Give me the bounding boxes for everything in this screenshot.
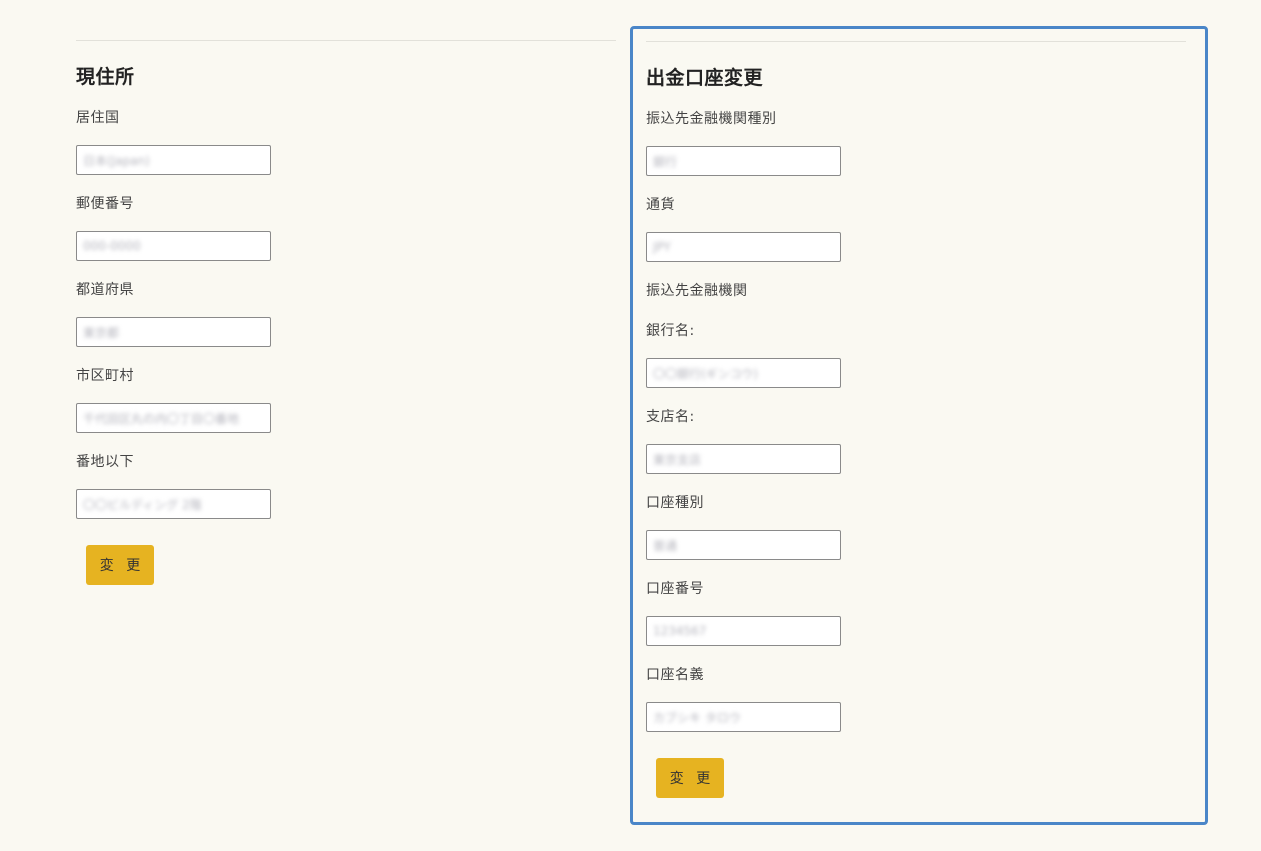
currency-field[interactable]: JPY [646, 232, 841, 262]
institution-type-label: 振込先金融機関種別 [646, 111, 777, 127]
street-field[interactable]: 〇〇ビルディング 2階 [76, 489, 271, 519]
postal-code-field[interactable]: 000-0000 [76, 231, 271, 261]
account-holder-value: カブシキ タロウ [653, 710, 741, 725]
prefecture-field[interactable]: 東京都 [76, 317, 271, 347]
withdrawal-divider [646, 41, 1186, 42]
withdrawal-change-button[interactable]: 変 更 [656, 758, 724, 798]
bank-name-label: 銀行名: [646, 323, 695, 339]
institution-type-value: 銀行 [653, 154, 678, 169]
prefecture-label: 都道府県 [76, 282, 134, 298]
withdrawal-title: 出金口座変更 [646, 67, 764, 89]
currency-value: JPY [653, 240, 671, 254]
bank-name-field[interactable]: 〇〇銀行(ギンコウ) [646, 358, 841, 388]
currency-label: 通貨 [646, 197, 675, 213]
city-value: 千代田区丸の内〇丁目〇番地 [83, 411, 240, 426]
prefecture-value: 東京都 [83, 325, 120, 340]
withdrawal-panel: 出金口座変更 振込先金融機関種別 銀行 通貨 JPY 振込先金融機関 銀行名: … [630, 26, 1208, 825]
postal-code-label: 郵便番号 [76, 196, 134, 212]
street-value: 〇〇ビルディング 2階 [83, 497, 202, 512]
country-label: 居住国 [76, 110, 120, 126]
address-change-button[interactable]: 変 更 [86, 545, 154, 585]
account-number-field[interactable]: 1234567 [646, 616, 841, 646]
account-type-value: 普通 [653, 538, 678, 553]
account-holder-field[interactable]: カブシキ タロウ [646, 702, 841, 732]
institution-type-field[interactable]: 銀行 [646, 146, 841, 176]
branch-name-field[interactable]: 東京支店 [646, 444, 841, 474]
account-number-value: 1234567 [653, 624, 707, 638]
institution-heading: 振込先金融機関 [646, 283, 748, 299]
branch-name-label: 支店名: [646, 409, 695, 425]
address-panel: 現住所 居住国 日本(Japan) 郵便番号 000-0000 都道府県 東京都… [62, 26, 630, 606]
account-holder-label: 口座名義 [646, 667, 704, 683]
country-field[interactable]: 日本(Japan) [76, 145, 271, 175]
account-type-field[interactable]: 普通 [646, 530, 841, 560]
account-number-label: 口座番号 [646, 581, 704, 597]
country-value: 日本(Japan) [83, 153, 150, 168]
branch-name-value: 東京支店 [653, 452, 702, 467]
street-label: 番地以下 [76, 454, 134, 470]
account-type-label: 口座種別 [646, 495, 704, 511]
city-label: 市区町村 [76, 368, 134, 384]
address-title: 現住所 [76, 66, 135, 88]
address-divider [76, 40, 616, 41]
city-field[interactable]: 千代田区丸の内〇丁目〇番地 [76, 403, 271, 433]
bank-name-value: 〇〇銀行(ギンコウ) [653, 366, 758, 381]
postal-code-value: 000-0000 [83, 239, 141, 253]
